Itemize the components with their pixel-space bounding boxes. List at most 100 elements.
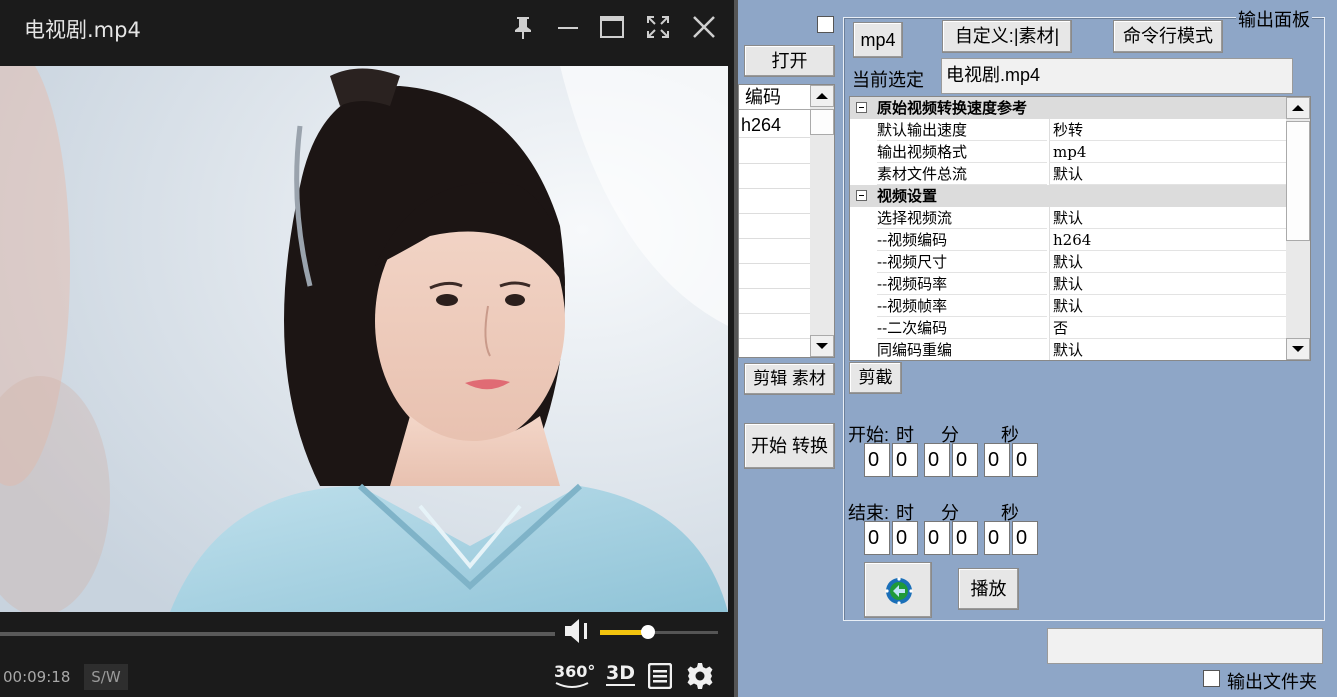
command-line-mode-button[interactable]: 命令行模式 [1113, 20, 1223, 53]
end-minute-tens-input[interactable]: 0 [924, 521, 950, 555]
codec-list-scroll-thumb[interactable] [810, 109, 834, 135]
play-button[interactable]: 播放 [958, 568, 1019, 610]
property-value[interactable]: mp4 [1049, 141, 1290, 163]
360-label: 360° [554, 662, 596, 681]
property-value[interactable]: 默认 [1049, 207, 1290, 229]
film-reel-icon [885, 577, 913, 605]
property-value[interactable]: 默认 [1049, 339, 1290, 360]
grid-scroll-down-arrow-icon[interactable] [1286, 338, 1310, 360]
collapse-icon[interactable] [856, 102, 867, 113]
start-minute-tens-input[interactable]: 0 [924, 443, 950, 477]
property-category[interactable]: 原始视频转换速度参考 [850, 97, 1287, 119]
open-button[interactable]: 打开 [744, 45, 835, 77]
list-item-empty [739, 164, 811, 189]
start-second-tens-input[interactable]: 0 [984, 443, 1010, 477]
format-button[interactable]: mp4 [853, 22, 903, 58]
end-hour-ones-input[interactable]: 0 [892, 521, 918, 555]
settings-icon[interactable] [686, 662, 714, 694]
collapse-icon[interactable] [856, 190, 867, 201]
property-value[interactable]: 默认 [1049, 251, 1290, 273]
property-name: --视频帧率 [877, 295, 1047, 317]
property-value[interactable]: 默认 [1049, 295, 1290, 317]
output-folder-label: 输出文件夹 [1227, 672, 1317, 692]
property-name: --视频尺寸 [877, 251, 1047, 273]
grid-scroll-up-arrow-icon[interactable] [1286, 97, 1310, 119]
3d-icon[interactable]: 3D [606, 662, 635, 686]
property-row[interactable]: 默认输出速度 秒转 [850, 119, 1290, 141]
property-category-label: 原始视频转换速度参考 [877, 99, 1028, 117]
list-item[interactable]: h264 [739, 113, 811, 138]
property-value[interactable]: h264 [1049, 229, 1290, 251]
sw-decode-button[interactable]: S/W [84, 664, 128, 690]
current-time: 00:09:18 [3, 668, 71, 686]
property-value[interactable]: 默认 [1049, 273, 1290, 295]
list-item-empty [739, 239, 811, 264]
property-name: 选择视频流 [877, 207, 1047, 229]
property-row[interactable]: 选择视频流 默认 [850, 207, 1290, 229]
output-panel-title: 输出面板 [1236, 6, 1312, 32]
start-minute-ones-input[interactable]: 0 [952, 443, 978, 477]
property-row[interactable]: --二次编码否 [850, 317, 1290, 339]
start-hour-ones-input[interactable]: 0 [892, 443, 918, 477]
property-row[interactable]: --视频尺寸 默认 [850, 251, 1290, 273]
list-item-empty [739, 264, 811, 289]
property-row[interactable]: --视频帧率 默认 [850, 295, 1290, 317]
codec-list-header: 编码 [739, 85, 816, 110]
close-icon[interactable] [689, 12, 719, 42]
start-second-ones-input[interactable]: 0 [1012, 443, 1038, 477]
pin-icon[interactable] [508, 12, 538, 42]
maximize-icon[interactable] [597, 12, 627, 42]
scroll-down-arrow-icon[interactable] [810, 335, 834, 357]
custom-material-button[interactable]: 自定义:|素材| [942, 20, 1072, 53]
player-titlebar: 电视剧.mp4 [0, 0, 734, 56]
property-grid[interactable]: 原始视频转换速度参考 默认输出速度 秒转 输出视频格式 mp4 素材文件总流 默认 视频设置选… [849, 96, 1311, 361]
minimize-icon[interactable] [553, 12, 583, 42]
current-selection-field[interactable]: 电视剧.mp4 [941, 58, 1293, 94]
end-second-ones-input[interactable]: 0 [1012, 521, 1038, 555]
preview-button[interactable] [864, 562, 932, 618]
property-value[interactable]: 否 [1049, 317, 1290, 339]
end-minute-ones-input[interactable]: 0 [952, 521, 978, 555]
property-row[interactable]: --视频码率 默认 [850, 273, 1290, 295]
seek-bar[interactable] [0, 632, 555, 636]
list-item-empty [739, 289, 811, 314]
fullscreen-icon[interactable] [643, 12, 673, 42]
start-convert-button[interactable]: 开始 转换 [744, 423, 835, 469]
playlist-icon[interactable] [647, 662, 673, 693]
current-selection-label: 当前选定 [852, 70, 924, 90]
end-second-tens-input[interactable]: 0 [984, 521, 1010, 555]
top-checkbox[interactable] [817, 16, 834, 33]
list-item-empty [739, 189, 811, 214]
property-category[interactable]: 视频设置 [850, 185, 1287, 207]
edit-material-button[interactable]: 剪辑 素材 [744, 363, 835, 395]
property-value[interactable]: 秒转 [1049, 119, 1290, 141]
list-item-empty [739, 314, 811, 339]
player-title: 电视剧.mp4 [24, 18, 141, 42]
cut-button[interactable]: 剪截 [849, 362, 902, 394]
property-row[interactable]: 输出视频格式 mp4 [850, 141, 1290, 163]
output-folder-checkbox[interactable] [1203, 670, 1220, 687]
grid-scroll-thumb[interactable] [1286, 121, 1310, 241]
volume-handle[interactable] [641, 625, 655, 639]
list-item-empty [739, 214, 811, 239]
property-name: --二次编码 [877, 317, 1047, 339]
property-row[interactable]: 同编码重编 默认 [850, 339, 1290, 360]
volume-icon[interactable] [563, 617, 593, 649]
property-name: 同编码重编 [877, 339, 1047, 360]
list-item-empty [739, 139, 811, 164]
property-name: 默认输出速度 [877, 119, 1047, 141]
property-row[interactable]: --视频编码 h264 [850, 229, 1290, 251]
property-name: 素材文件总流 [877, 163, 1047, 185]
property-row[interactable]: 素材文件总流 默认 [850, 163, 1290, 185]
codec-list[interactable]: 编码 h264 [738, 84, 835, 358]
output-path-field[interactable] [1047, 628, 1323, 664]
start-hour-tens-input[interactable]: 0 [864, 443, 890, 477]
property-name: 输出视频格式 [877, 141, 1047, 163]
property-value[interactable]: 默认 [1049, 163, 1290, 185]
video-frame[interactable] [0, 66, 728, 612]
360-icon[interactable]: 360° [554, 662, 596, 688]
end-hour-tens-input[interactable]: 0 [864, 521, 890, 555]
property-name: --视频码率 [877, 273, 1047, 295]
scroll-up-arrow-icon[interactable] [810, 85, 834, 107]
3d-label: 3D [606, 662, 635, 684]
